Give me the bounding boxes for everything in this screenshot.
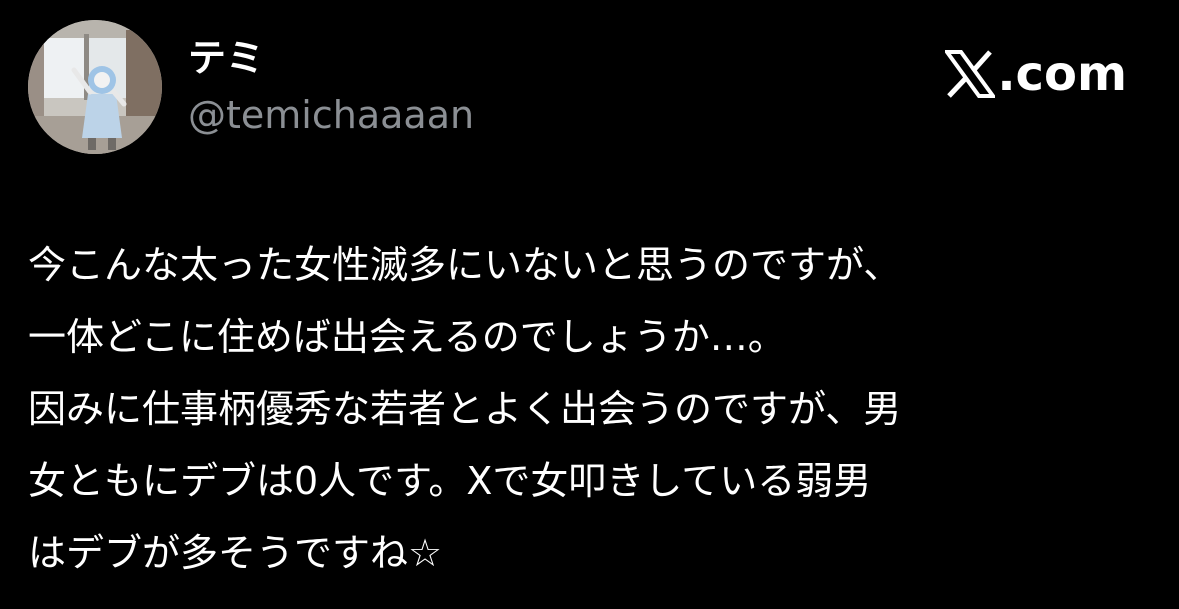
tweet-line: 女ともにデブは0人です。Xで女叩きしている弱男 (28, 459, 872, 503)
author-handle[interactable]: @temichaaaan (188, 91, 474, 139)
x-logo-icon (945, 50, 996, 98)
author-display-name[interactable]: テミ (188, 34, 264, 82)
brand-label: .com (997, 46, 1127, 102)
avatar[interactable] (28, 20, 162, 154)
tweet-line: 今こんな太った女性滅多にいないと思うのですが、 (28, 243, 902, 287)
tweet-line: 一体どこに住めば出会えるのでしょうか…。 (28, 315, 786, 359)
x-com-watermark: .com (945, 46, 1127, 102)
avatar-image (28, 20, 162, 154)
tweet-line: はデブが多そうですね☆ (28, 531, 443, 575)
tweet-card: テミ @temichaaaan .com 今こんな太った女性滅多にいないと思うの… (0, 0, 1179, 609)
tweet-text: 今こんな太った女性滅多にいないと思うのですが、 一体どこに住めば出会えるのでしょ… (28, 229, 1148, 589)
tweet-line: 因みに仕事柄優秀な若者とよく出会うのですが、男 (28, 387, 902, 431)
